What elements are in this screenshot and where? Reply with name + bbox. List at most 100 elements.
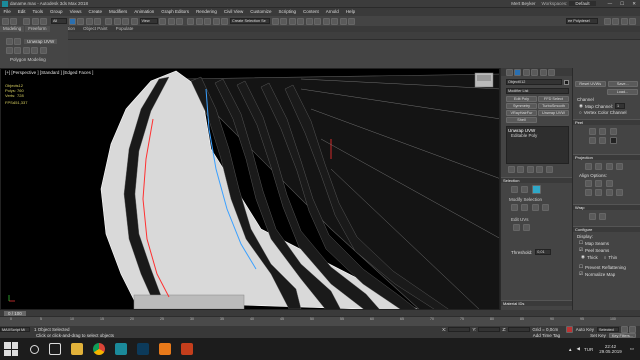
menu-help[interactable]: Help [342,8,358,16]
configure-rollout[interactable]: Configure [573,226,640,232]
edge-select-icon[interactable] [521,186,528,193]
menu-animation[interactable]: Animation [131,8,158,16]
network-icon[interactable]: ▲ [568,347,572,352]
fit-icon[interactable] [595,189,602,196]
maxscript-listener[interactable]: MAXScript Mi [0,326,30,332]
placement-icon[interactable] [130,17,138,25]
motion-tab-icon[interactable] [531,68,538,76]
shell-button[interactable]: Shell [506,117,537,123]
unlink-icon[interactable] [31,17,39,25]
vray-icon[interactable] [603,17,611,25]
x-field[interactable] [448,326,471,332]
normalize-map-checkbox[interactable]: ☑ [579,271,583,277]
hierarchy-tab-icon[interactable] [522,68,530,76]
grow-selection-icon[interactable] [510,204,518,211]
y-field[interactable] [478,326,501,332]
viewport-label[interactable]: [+] [Perspective ] [Standard ] [Edged Fa… [5,70,93,75]
play-icon[interactable] [620,325,628,333]
quick-peel-icon[interactable] [588,128,596,135]
menu-graph-editors[interactable]: Graph Editors [158,8,193,16]
task-view-icon[interactable] [49,343,61,355]
menu-content[interactable]: Content [300,8,323,16]
menu-scripting[interactable]: Scripting [275,8,300,16]
render-production-icon[interactable] [348,17,355,25]
display-tab-icon[interactable] [539,68,547,76]
workspace-select[interactable]: Default [569,1,596,6]
stack-icon[interactable] [14,38,21,45]
utilities-tab-icon[interactable] [548,68,555,76]
render-setup-icon[interactable] [331,17,338,25]
media-player-icon[interactable] [159,343,171,355]
vertex-color-radio[interactable]: ○ [579,110,582,115]
snaps-toggle-icon[interactable] [187,17,194,25]
selection-rollout[interactable]: Selection [501,177,572,183]
key-filters-button[interactable]: Key Filters... [608,332,636,338]
spline-map-icon[interactable] [588,213,596,220]
turbosmooth-button[interactable]: TurboSmooth [538,103,569,109]
save-button[interactable]: Save... [607,81,638,87]
vrayhairfur-button[interactable]: VRayHairFur [506,110,537,116]
spinner-snap-icon[interactable] [212,17,220,25]
next-frame-icon[interactable] [629,325,636,333]
vertex-mode-icon[interactable] [5,47,13,54]
prevent-reflatten-checkbox[interactable]: ☐ [579,264,583,270]
polygon-mode-icon[interactable] [31,47,38,54]
search-icon[interactable] [30,344,39,354]
object-name-field[interactable]: Object012 [506,79,562,85]
menu-group[interactable]: Group [47,8,67,16]
modify-tab-icon[interactable] [514,68,521,76]
edit-seams-icon[interactable] [609,128,617,135]
menu-tools[interactable]: Tools [29,8,47,16]
menu-views[interactable]: Views [66,8,85,16]
bind-space-warp-icon[interactable] [40,17,47,25]
auto-key-icon[interactable] [565,325,573,333]
modifier-list-select[interactable]: Modifier List [506,88,569,94]
edit-named-selection-icon[interactable] [221,17,228,25]
ring-selection-icon[interactable] [542,204,549,211]
schematic-view-icon[interactable] [314,17,321,25]
select-by-name-icon[interactable] [77,17,84,25]
track-bar[interactable]: 0 5 10 15 20 25 30 35 40 45 50 55 60 65 70 75 80 85 90 95 10… [0,316,640,326]
planar-map-icon[interactable] [584,163,592,170]
menu-file[interactable]: File [0,8,14,16]
close-icon[interactable]: ✕ [632,1,636,7]
material-ids-rollout[interactable]: Material IDs [501,300,572,306]
rotate-icon[interactable] [113,17,121,25]
create-tab-icon[interactable] [505,68,513,76]
show-end-result-icon[interactable] [517,166,524,173]
user-name[interactable]: Mert Beyker [511,1,535,6]
make-unique-icon[interactable] [526,166,534,173]
z-field[interactable] [508,326,531,332]
peel-seams-checkbox[interactable]: ☑ [579,247,583,253]
menu-customize[interactable]: Customize [247,8,275,16]
layer-explorer-icon[interactable] [288,17,296,25]
mirror-icon[interactable] [271,17,279,25]
menu-rendering[interactable]: Rendering [193,8,221,16]
set-key-button[interactable]: Set Key [590,333,606,338]
center-icon[interactable] [605,189,613,196]
photoshop-icon[interactable] [137,343,149,355]
unwrap-uvw-button[interactable]: Unwrap UVW [538,110,569,116]
scale-icon[interactable] [122,17,129,25]
undo-icon[interactable] [1,17,9,25]
polygon-select-icon[interactable] [531,185,541,194]
align-icon[interactable] [280,17,287,25]
thin-radio[interactable]: ○ [604,255,607,260]
rendered-frame-icon[interactable] [339,17,347,25]
select-manipulate-icon[interactable] [167,17,175,25]
expand-seam-icon[interactable] [609,137,617,144]
configure-sets-icon[interactable] [545,166,553,173]
edit-poly-button[interactable]: Edit Poly [506,96,537,102]
convert-edge-icon[interactable] [599,137,606,144]
redo-icon[interactable] [10,17,17,25]
reset-projection-icon[interactable] [616,189,623,196]
named-selection-set-select[interactable]: Create Selection Se [230,18,270,24]
align-x-icon[interactable] [584,180,592,187]
loop-selection-icon[interactable] [531,204,539,211]
language-indicator[interactable]: TUR [584,347,593,352]
auto-key-button[interactable]: Auto Key [576,327,594,332]
element-mode-icon[interactable] [39,47,47,54]
selected-select[interactable]: Selected [597,326,619,332]
modifier-stack[interactable]: Unwrap UVW Editable Poly [506,126,569,164]
viewcube-icon[interactable] [474,72,494,88]
